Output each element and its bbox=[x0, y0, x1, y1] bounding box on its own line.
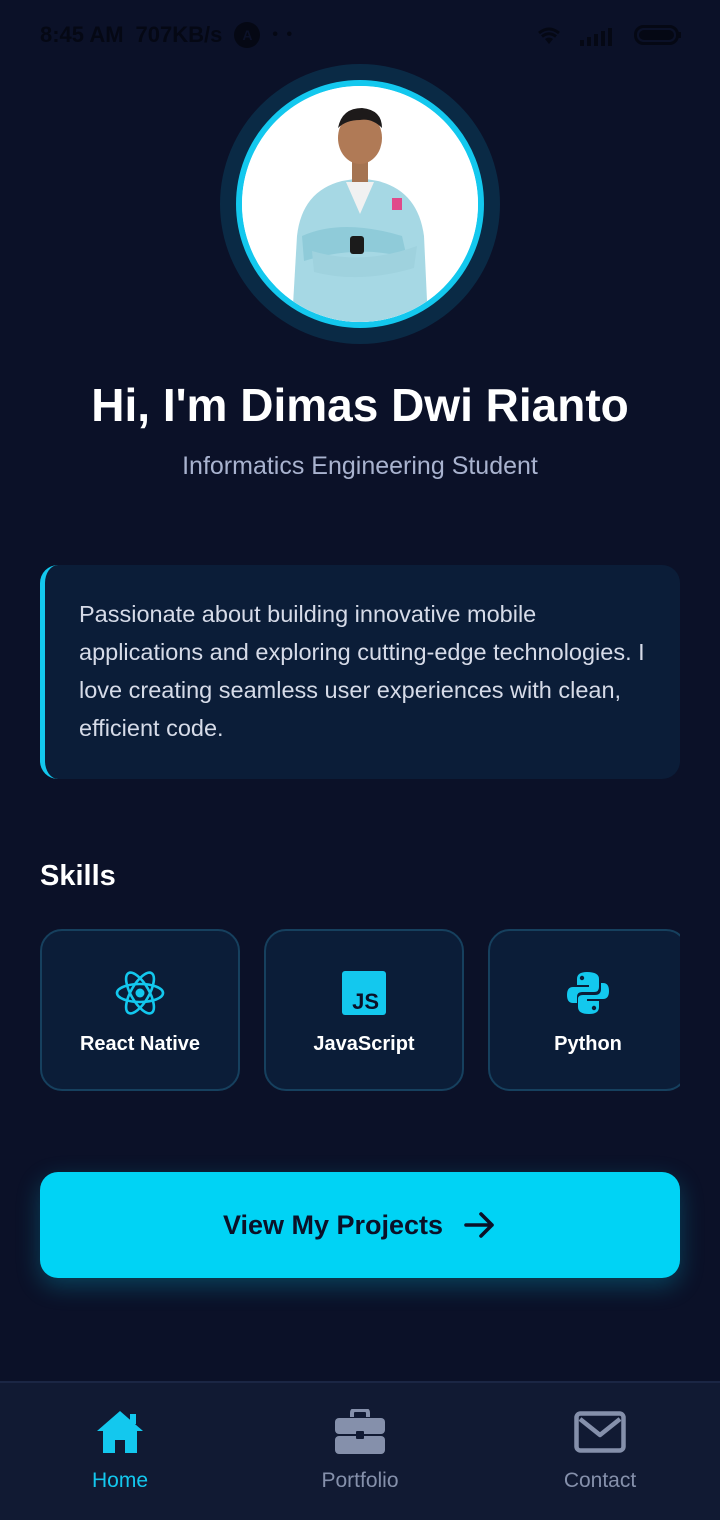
nav-item-contact[interactable]: Contact bbox=[480, 1383, 720, 1520]
screen: 8:45 AM 707KB/s A • • Hi, I'm Dimas Dwi … bbox=[0, 0, 720, 1520]
skill-label: Python bbox=[554, 1033, 622, 1055]
skill-card-python[interactable]: Python bbox=[488, 929, 680, 1091]
page-title: Hi, I'm Dimas Dwi Rianto bbox=[91, 379, 629, 431]
subtitle-role: Informatics Engineering Student bbox=[182, 452, 538, 480]
nav-label-portfolio: Portfolio bbox=[321, 1469, 399, 1492]
home-icon bbox=[94, 1409, 146, 1455]
nav-item-home[interactable]: Home bbox=[0, 1383, 240, 1520]
wifi-icon bbox=[538, 27, 560, 44]
skills-row[interactable]: React Native JS JavaScript Python bbox=[40, 929, 680, 1091]
svg-text:JS: JS bbox=[352, 989, 379, 1014]
status-badge: A bbox=[234, 22, 261, 48]
bio-card: Passionate about building innovative mob… bbox=[40, 565, 680, 779]
briefcase-icon bbox=[334, 1409, 386, 1455]
bottom-nav: Home Portfolio Contact bbox=[0, 1381, 720, 1520]
profile-photo bbox=[242, 86, 478, 322]
avatar bbox=[236, 80, 484, 328]
skill-card-javascript[interactable]: JS JavaScript bbox=[264, 929, 464, 1091]
view-projects-label: View My Projects bbox=[222, 1209, 444, 1240]
avatar-ring bbox=[220, 64, 500, 344]
javascript-icon: JS bbox=[338, 967, 390, 1019]
skills-title: Skills bbox=[40, 860, 116, 892]
view-projects-button[interactable]: View My Projects bbox=[40, 1172, 680, 1278]
status-bar: 8:45 AM 707KB/s A • • bbox=[0, 0, 720, 70]
skill-label: JavaScript bbox=[313, 1033, 415, 1055]
skill-label: React Native bbox=[79, 1033, 201, 1055]
status-speed: 707KB/s bbox=[135, 22, 223, 47]
nav-label-contact: Contact bbox=[563, 1469, 637, 1492]
signal-icon bbox=[580, 28, 612, 46]
status-dots: • • bbox=[272, 26, 295, 43]
react-icon bbox=[114, 967, 166, 1019]
battery-icon bbox=[634, 25, 681, 45]
python-icon bbox=[562, 967, 614, 1019]
status-left: 8:45 AM 707KB/s A • • bbox=[40, 22, 294, 48]
mail-icon bbox=[574, 1409, 626, 1455]
arrow-right-icon bbox=[464, 1212, 494, 1238]
nav-item-portfolio[interactable]: Portfolio bbox=[240, 1383, 480, 1520]
bio-text: Passionate about building innovative mob… bbox=[79, 601, 645, 741]
status-right bbox=[534, 24, 682, 46]
skill-card-react-native[interactable]: React Native bbox=[40, 929, 240, 1091]
status-time: 8:45 AM bbox=[40, 22, 124, 47]
nav-label-home: Home bbox=[91, 1469, 149, 1492]
